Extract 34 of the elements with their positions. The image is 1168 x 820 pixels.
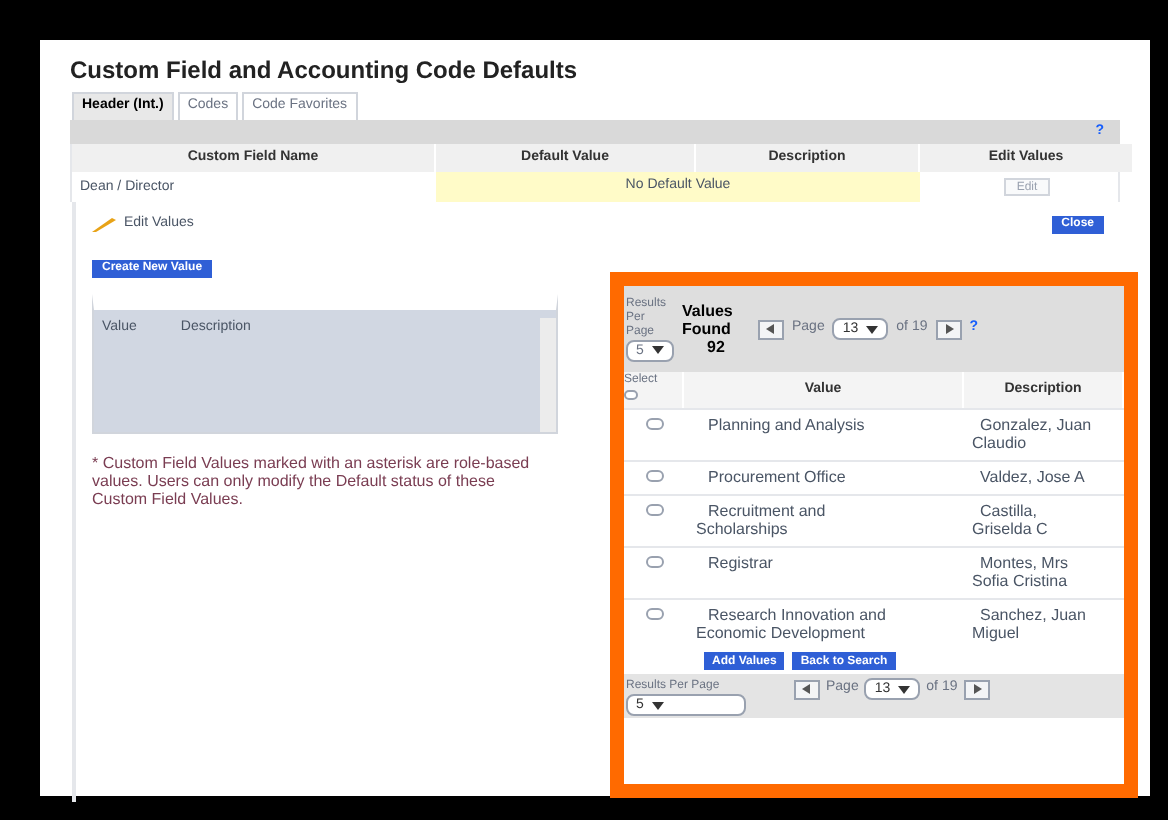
previous-page-button[interactable]: [794, 679, 820, 699]
row-checkbox[interactable]: [645, 608, 663, 620]
row-checkbox[interactable]: [645, 504, 663, 516]
left-arrow-icon: [802, 684, 812, 694]
value-cell-text: Procurement Office: [706, 468, 848, 486]
chevron-down-icon: [866, 325, 879, 333]
row-checkbox[interactable]: [645, 556, 663, 568]
next-page-button[interactable]: [935, 319, 962, 339]
chevron-down-icon: [898, 685, 911, 693]
page-title: Custom Field and Accounting Code Defaults: [70, 54, 580, 88]
footnote: * Custom Field Values marked with an asterisk are role-based values. Users can only modify the Default status of these Custom Field Values.: [92, 454, 532, 508]
select-all-checkbox[interactable]: [624, 390, 638, 400]
description-cell-text: Gonzalez, Juan Claudio: [972, 416, 1094, 452]
value-cell-text: Research Innovation and Economic Development: [696, 606, 888, 642]
previous-page-button[interactable]: [758, 319, 784, 339]
chevron-down-icon: [651, 701, 664, 709]
value-cell-text: Planning and Analysis: [706, 416, 867, 434]
value-cell-text: Recruitment and Scholarships: [696, 502, 828, 538]
value-cell-text: Registrar: [706, 554, 775, 572]
next-page-button[interactable]: [963, 679, 990, 699]
right-arrow-icon: [943, 324, 954, 334]
description-cell-text: Valdez, Jose A: [978, 468, 1087, 486]
chevron-down-icon: [651, 346, 664, 354]
row-checkbox[interactable]: [645, 418, 663, 430]
description-cell-text: Sanchez, Juan Miguel: [972, 606, 1088, 642]
scrollbar: [540, 318, 556, 432]
description-cell-text: Montes, Mrs Sofia Cristina: [972, 554, 1071, 590]
pencil-icon: [92, 216, 116, 232]
right-arrow-icon: [971, 684, 982, 694]
values-found-count: 92: [707, 338, 725, 356]
values-found-label: Values Found: [682, 302, 735, 338]
description-cell-text: Castilla, Griselda C: [972, 502, 1050, 538]
left-arrow-icon: [766, 324, 776, 334]
row-checkbox[interactable]: [645, 470, 663, 482]
